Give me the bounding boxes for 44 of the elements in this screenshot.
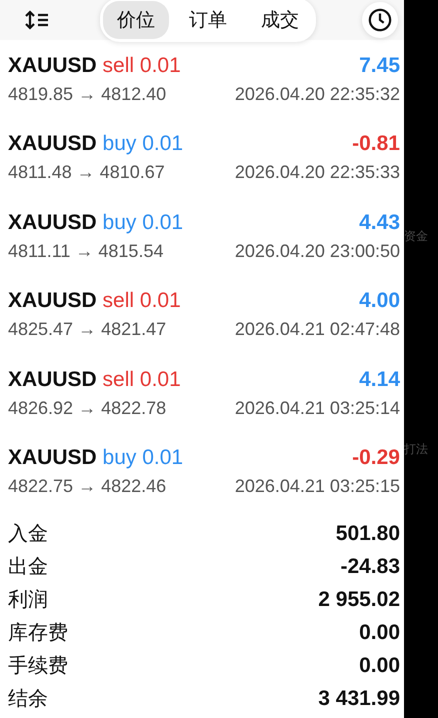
deal-prices: 4811.48 → 4810.67 [8, 162, 165, 184]
summary-value: 3 431.99 [318, 686, 400, 710]
deal-time: 2026.04.20 23:00:50 [234, 240, 400, 262]
sort-icon [24, 10, 50, 30]
deal-time: 2026.04.20 22:35:33 [234, 162, 400, 184]
deal-profit: 4.14 [359, 368, 400, 392]
summary-value: 0.00 [359, 654, 400, 678]
background-text: 资金 [404, 228, 429, 245]
deal-prices: 4822.75 → 4822.46 [8, 476, 166, 498]
deal-title: XAUUSD sell 0.01 [8, 54, 181, 78]
deal-prices: 4811.11 → 4815.54 [8, 240, 164, 262]
deal-title: XAUUSD buy 0.01 [8, 210, 184, 235]
deal-profit: 4.00 [359, 289, 400, 314]
summary-value: 0.00 [359, 620, 400, 644]
deal-profit: 7.45 [359, 54, 400, 78]
deal-prices: 4825.47 → 4821.47 [8, 319, 166, 340]
summary-label: 入金 [8, 522, 48, 547]
deal-profit: -0.81 [352, 132, 400, 156]
summary-label: 库存费 [8, 621, 68, 646]
deal-title: XAUUSD buy 0.01 [8, 132, 184, 156]
deal-time: 2026.04.21 03:25:15 [234, 476, 400, 498]
deal-title: XAUUSD sell 0.01 [8, 368, 181, 392]
deal-title: XAUUSD buy 0.01 [8, 446, 184, 470]
tab[interactable]: 订单 [175, 1, 241, 39]
background-text: 打法 [404, 441, 429, 458]
summary-label: 结余 [8, 687, 48, 712]
deal-time: 2026.04.20 22:35:32 [234, 84, 400, 105]
deal-profit: -0.29 [352, 446, 400, 470]
summary-label: 出金 [8, 555, 48, 580]
deal-prices: 4826.92 → 4822.78 [8, 398, 166, 419]
tab[interactable]: 价位 [103, 1, 169, 39]
deal-prices: 4819.85 → 4812.40 [8, 84, 166, 105]
tab[interactable]: 成交 [247, 1, 313, 39]
history-button[interactable] [362, 2, 398, 38]
deal-profit: 4.43 [359, 210, 400, 235]
deal-time: 2026.04.21 02:47:48 [234, 319, 400, 340]
summary-label: 利润 [8, 588, 48, 613]
clock-icon [368, 7, 392, 33]
summary-value: -24.83 [340, 554, 400, 578]
summary-value: 501.80 [336, 522, 400, 546]
summary-value: 2 955.02 [318, 588, 400, 612]
summary-label: 手续费 [8, 654, 68, 679]
deal-title: XAUUSD sell 0.01 [8, 289, 181, 314]
deal-time: 2026.04.21 03:25:14 [234, 398, 400, 419]
